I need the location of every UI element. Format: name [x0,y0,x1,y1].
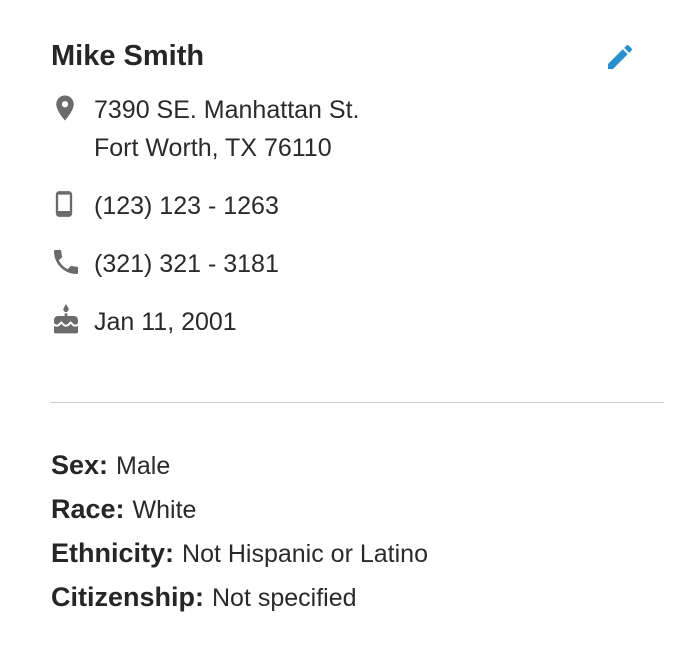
citizenship-value: Not specified [212,584,357,612]
birthdate: Jan 11, 2001 [94,308,237,336]
edit-button[interactable] [604,41,636,73]
patient-name: Mike Smith [51,40,205,72]
race-label: Race: [51,494,125,524]
mobile-phone-icon [50,187,94,221]
address: 7390 SE. Manhattan St. Fort Worth, TX 76… [94,91,359,167]
address-row: 7390 SE. Manhattan St. Fort Worth, TX 76… [50,91,359,167]
citizenship-label: Citizenship: [51,582,204,612]
birthdate-row: Jan 11, 2001 [50,303,237,341]
phone-number[interactable]: (321) 321 - 3181 [94,245,279,283]
pencil-icon [604,44,636,77]
sex-value: Male [116,452,171,480]
demographic-race: Race: White [51,494,196,525]
mobile-phone-number[interactable]: (123) 123 - 1263 [94,187,279,225]
demographic-ethnicity: Ethnicity: Not Hispanic or Latino [51,538,428,569]
ethnicity-label: Ethnicity: [51,538,175,568]
demographic-citizenship: Citizenship: Not specified [51,582,357,613]
section-divider [50,402,664,403]
phone-icon [50,245,94,279]
mobile-phone-row: (123) 123 - 1263 [50,187,279,225]
cake-icon [50,303,94,337]
phone-row: (321) 321 - 3181 [50,245,279,283]
race-value: White [132,496,197,524]
demographic-sex: Sex: Male [51,450,170,481]
map-pin-icon [50,91,94,125]
sex-label: Sex: [51,450,109,480]
patient-contact-card: Mike Smith 7390 SE. Manhattan St. Fort W… [0,0,686,656]
address-line-1: 7390 SE. Manhattan St. [94,96,360,124]
ethnicity-value: Not Hispanic or Latino [182,540,428,568]
address-line-2: Fort Worth, TX 76110 [94,134,332,162]
